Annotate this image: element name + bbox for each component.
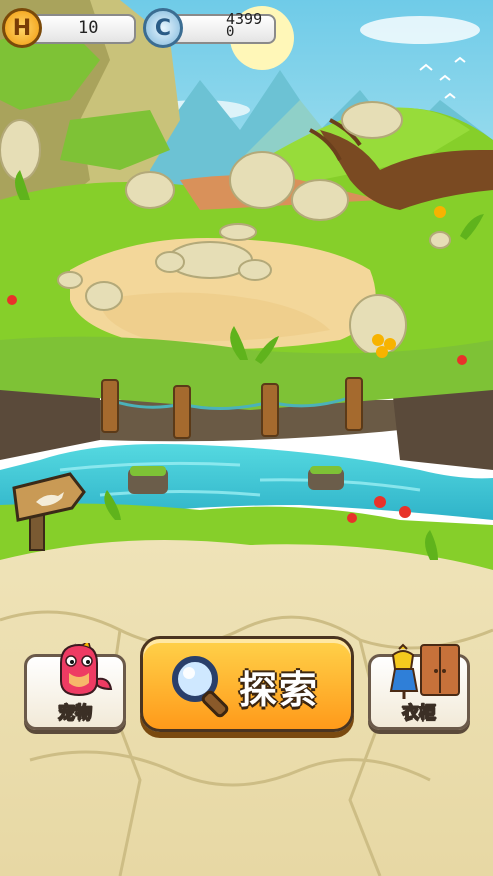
coin-value-sub: 0 bbox=[226, 24, 235, 40]
silver-coin-letter: C bbox=[154, 15, 172, 41]
water-rock-moss bbox=[130, 466, 166, 476]
explore-button[interactable]: 探索 bbox=[140, 636, 354, 732]
magnifier-icon bbox=[172, 656, 229, 718]
pink-dinosaur-icon bbox=[60, 643, 113, 697]
explore-button-label: 探索 bbox=[239, 668, 320, 712]
pet-button-label: 宠物 bbox=[58, 703, 93, 724]
wardrobe-button-label: 衣柜 bbox=[402, 703, 437, 724]
game-scene-background bbox=[0, 0, 493, 876]
honor-value: 10 bbox=[78, 18, 99, 38]
wardrobe-icon bbox=[389, 643, 460, 699]
pet-button[interactable]: 宠物 bbox=[24, 643, 126, 730]
cloud bbox=[360, 16, 480, 44]
honor-coin-letter: H bbox=[12, 15, 32, 41]
wardrobe-button[interactable]: 衣柜 bbox=[368, 643, 470, 730]
water-rock-moss bbox=[310, 466, 342, 474]
silver-coin-icon: C bbox=[143, 8, 183, 48]
honor-coin-icon: H bbox=[2, 8, 42, 48]
